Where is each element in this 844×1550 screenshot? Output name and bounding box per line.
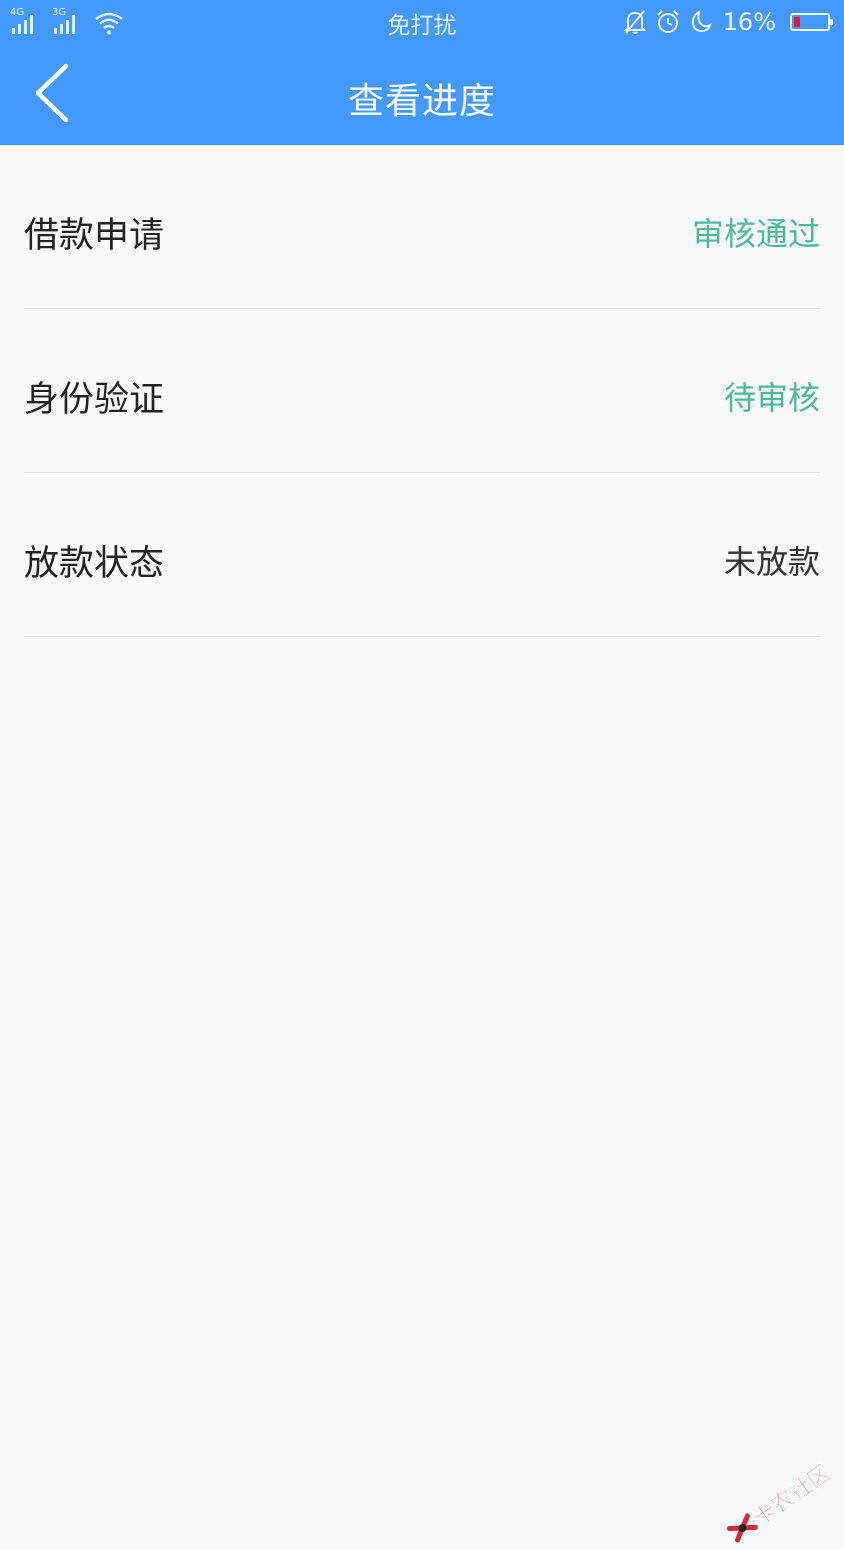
watermark: 卡农社区	[721, 1456, 836, 1550]
app-header: 4G 3G 免打扰 16% 查看进度	[0, 0, 844, 145]
page-title: 查看进度	[347, 81, 496, 122]
nav-bar: 查看进度	[0, 44, 844, 145]
bell-muted-icon	[623, 10, 646, 34]
list-item-disbursement-status: 放款状态 未放款	[24, 473, 820, 637]
row-label: 放款状态	[24, 544, 165, 584]
row-label: 借款申请	[24, 216, 165, 256]
status-text: 待审核	[723, 379, 820, 417]
battery-icon	[790, 13, 833, 31]
watermark-text: 卡农社区	[748, 1460, 836, 1532]
alarm-icon	[657, 10, 679, 33]
battery-percent: 16%	[722, 8, 776, 36]
status-bar: 4G 3G 免打扰 16%	[0, 0, 844, 44]
status-text: 未放款	[723, 543, 820, 581]
moon-icon	[691, 10, 712, 32]
list-item-loan-application: 借款申请 审核通过	[24, 145, 820, 309]
status-right: 16%	[623, 6, 833, 38]
status-text: 审核通过	[691, 215, 820, 253]
list-item-identity-verification: 身份验证 待审核	[24, 309, 820, 473]
row-label: 身份验证	[24, 380, 165, 420]
progress-list: 借款申请 审核通过 身份验证 待审核 放款状态 未放款	[0, 145, 844, 637]
